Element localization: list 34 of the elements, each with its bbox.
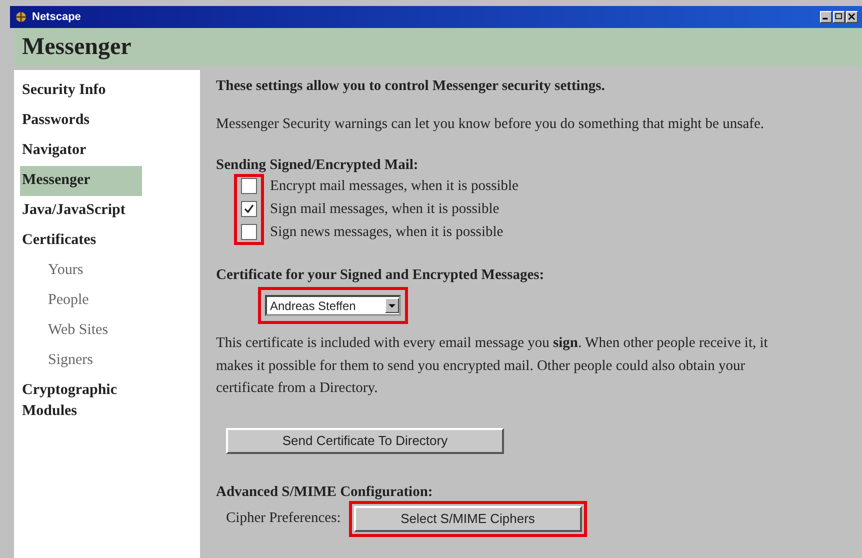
send-certificate-button[interactable]: Send Certificate To Directory [226,428,504,454]
section-heading: Advanced S/MIME Configuration: [216,484,433,501]
checkbox[interactable] [241,201,257,218]
sidebar-item[interactable]: Signers [20,346,200,376]
section-heading: Certificate for your Signed and Encrypted Messages: [216,267,546,284]
checkbox-label: Encrypt mail messages, when it is possible [270,177,518,196]
sidebar-item[interactable]: Cryptographic Modules [20,376,142,427]
sidebar-item[interactable]: Messenger [20,166,142,196]
select-ciphers-button[interactable]: Select S/MIME Ciphers [354,506,582,532]
warning-text: Messenger Security warnings can let you know before you do something that might be unsafe. [216,115,766,134]
minimize-icon[interactable] [820,11,832,23]
checkbox[interactable] [241,178,257,194]
page-title: Messenger [22,34,132,60]
checkbox-label: Sign mail messages, when it is possible [270,200,500,220]
app-icon [14,10,28,24]
sidebar-item[interactable]: Passwords [20,106,142,136]
certificate-dropdown[interactable]: Andreas Steffen [265,295,401,316]
sidebar-item[interactable]: Certificates [20,226,142,256]
intro-text: These settings allow you to control Messenger security settings. [216,78,606,95]
sidebar-item[interactable]: People [20,286,200,316]
maximize-icon[interactable] [833,11,845,23]
sidebar-item[interactable]: Java/JavaScript [20,196,142,226]
section-heading: Sending Signed/Encrypted Mail: [216,157,420,174]
checkbox[interactable] [241,224,257,240]
cipher-label: Cipher Preferences: [226,510,341,528]
checkmark-icon [244,204,254,214]
sidebar-item[interactable]: Security Info [20,76,142,106]
certificate-note: This certificate is included with every email message you sign. When other people receive it, it makes it possible for them to send you encrypted mail. Other people could also obtain your certificate from a Directory. [216,334,769,398]
sidebar-item[interactable]: Web Sites [20,316,200,346]
window-title: Netscape [32,11,81,23]
sidebar-item[interactable]: Yours [20,256,200,286]
sidebar-item[interactable]: Navigator [20,136,142,166]
close-icon[interactable] [846,11,858,23]
checkbox-label: Sign news messages, when it is possible [270,223,504,242]
